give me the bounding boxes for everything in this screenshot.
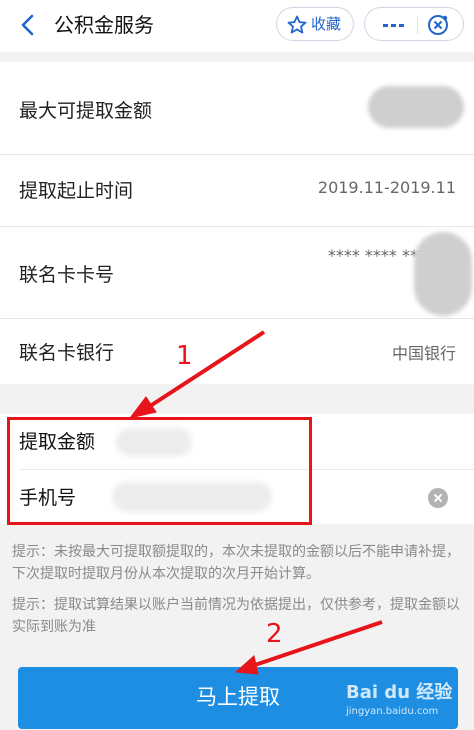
more-icon[interactable] <box>383 23 405 29</box>
info-label: 提取起止时间 <box>19 180 134 202</box>
info-label: 联名卡银行 <box>19 342 115 364</box>
redacted-value <box>414 232 472 316</box>
info-value: **** **** *** <box>327 246 426 265</box>
page-title: 公积金服务 <box>54 13 154 37</box>
back-arrow-icon[interactable] <box>14 10 42 40</box>
watermark-logo: Bai du 经验 jingyan.baidu.com <box>346 676 466 726</box>
favorite-label: 收藏 <box>311 15 342 33</box>
capsule-menu <box>364 7 464 41</box>
annotation-highlight-box <box>7 417 312 525</box>
info-row-card-number: 联名卡卡号 **** **** *** <box>0 226 474 319</box>
info-value: 中国银行 <box>391 344 456 363</box>
annotation-number: 2 <box>266 619 283 649</box>
annotation-number: 1 <box>176 341 193 371</box>
info-label: 联名卡卡号 <box>19 264 115 286</box>
info-value: 2019.11-2019.11 <box>317 178 456 197</box>
note-text: 提示：提取试算结果以账户当前情况为依据提出，仅供参考，提取金额以实际到账为准 <box>12 597 460 635</box>
note-text: 提示：未按最大可提取额提取的，本次未提取的金额以后不能申请补提，下次提取时提取月… <box>12 544 460 582</box>
capsule-divider <box>417 16 418 34</box>
watermark-text: Bai du 经验 <box>346 682 453 703</box>
account-info-list: 最大可提取金额 提取起止时间 2019.11-2019.11 联名卡卡号 ***… <box>0 62 474 384</box>
star-icon <box>287 15 307 34</box>
watermark-url: jingyan.baidu.com <box>346 706 439 717</box>
redacted-value <box>368 86 464 128</box>
info-label: 最大可提取金额 <box>19 100 153 122</box>
header-bar: 公积金服务 收藏 <box>0 0 474 52</box>
info-row-bank: 联名卡银行 中国银行 <box>0 318 474 384</box>
favorite-button[interactable]: 收藏 <box>276 7 354 41</box>
info-row-period: 提取起止时间 2019.11-2019.11 <box>0 154 474 227</box>
info-row-max-amount: 最大可提取金额 <box>0 62 474 155</box>
close-miniapp-icon[interactable] <box>426 13 450 37</box>
clear-input-icon[interactable] <box>428 488 448 508</box>
